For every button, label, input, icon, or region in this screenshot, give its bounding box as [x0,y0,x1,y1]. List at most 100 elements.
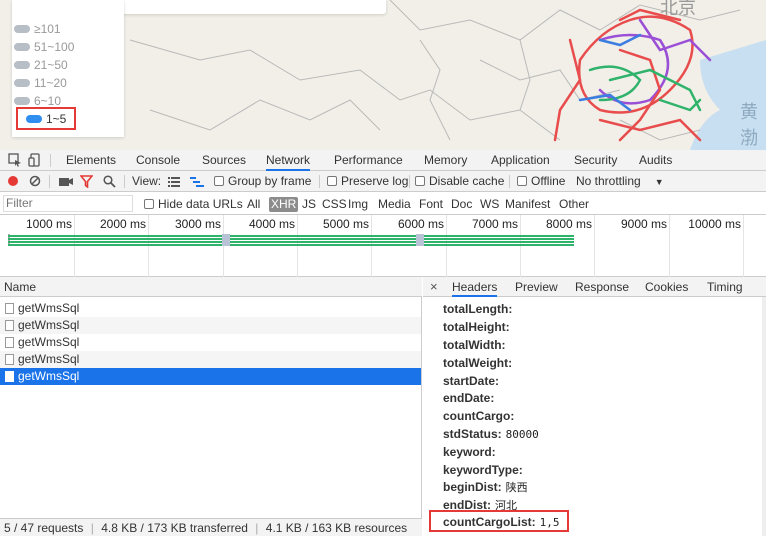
separator [49,175,50,188]
device-toolbar-icon[interactable] [28,153,42,167]
tab-preview[interactable]: Preview [515,277,558,297]
tab-memory[interactable]: Memory [424,150,467,171]
legend-item-21-50[interactable]: 21~50 [14,58,68,72]
waterfall-icon[interactable] [190,177,204,187]
tab-response[interactable]: Response [575,277,629,297]
request-row[interactable]: getWmsSql [0,317,421,334]
filter-bar: Hide data URLs All XHR JS CSS Img Media … [0,193,766,215]
form-data-key: totalHeight: [443,320,510,334]
preserve-log-checkbox[interactable]: Preserve log [327,171,408,192]
legend-label: 11~20 [34,76,67,90]
tick-label: 10000 ms [688,217,741,231]
tick-label: 5000 ms [322,217,369,231]
type-filter-img[interactable]: Img [346,197,370,212]
tab-timing[interactable]: Timing [707,277,743,297]
legend-swatch [14,61,30,69]
request-name: getWmsSql [18,318,80,332]
form-data-key: countCargo: [443,409,515,423]
request-row-selected[interactable]: getWmsSql [0,368,421,385]
legend-item-101-plus[interactable]: ≥101 [14,22,61,36]
timeline-waterfall-bars [8,234,574,246]
close-icon[interactable]: × [430,277,438,297]
network-toolbar: View: Group by frame Preserve log Disabl… [0,171,766,192]
request-row[interactable]: getWmsSql [0,300,421,317]
inspect-element-icon[interactable] [8,153,22,167]
type-filter-manifest[interactable]: Manifest [503,197,552,212]
tab-cookies[interactable]: Cookies [645,277,688,297]
legend-label: 51~100 [34,40,75,54]
filter-icon[interactable] [80,175,93,188]
tab-performance[interactable]: Performance [334,150,403,171]
detail-tabbar: × Headers Preview Response Cookies Timin… [423,277,766,297]
form-data-row: totalHeight: [443,318,514,336]
offline-checkbox[interactable]: Offline [517,171,565,192]
legend-item-51-100[interactable]: 51~100 [14,40,74,54]
search-icon[interactable] [103,175,116,188]
tab-console[interactable]: Console [136,150,180,171]
legend-label: 6~10 [34,94,62,108]
clear-icon[interactable] [29,175,41,187]
view-label: View: [132,174,162,188]
file-icon [5,303,14,314]
tab-network[interactable]: Network [266,150,311,171]
disable-cache-label: Disable cache [429,174,505,188]
tab-audits[interactable]: Audits [639,150,672,171]
tab-elements[interactable]: Elements [66,150,116,171]
form-data-row: totalWidth: [443,336,510,354]
type-filter-ws[interactable]: WS [478,197,501,212]
type-filter-font[interactable]: Font [417,197,445,212]
form-data-key: totalLength: [443,302,513,316]
group-by-frame-checkbox[interactable]: Group by frame [214,171,311,192]
sea-label: 黄渤 [740,102,758,149]
type-filter-css[interactable]: CSS [320,197,349,212]
form-data-row: keywordType: [443,461,527,479]
request-name: getWmsSql [18,301,80,315]
request-row[interactable]: getWmsSql [0,334,421,351]
type-filter-doc[interactable]: Doc [449,197,474,212]
form-data-key: totalWeight: [443,356,513,370]
throttling-select[interactable]: No throttling ▼ [576,171,664,192]
separator [319,175,320,188]
type-filter-all[interactable]: All [245,197,262,212]
map-view[interactable]: 北京 黄渤 ≥101 51~100 21~50 11~20 6~10 1~5 [0,0,766,150]
request-row[interactable]: getWmsSql [0,351,421,368]
form-data-value: 陕西 [505,481,528,494]
record-icon[interactable] [7,175,19,187]
legend-item-6-10[interactable]: 6~10 [14,94,61,108]
timeline-overview[interactable]: 1000 ms 2000 ms 3000 ms 4000 ms 5000 ms … [0,215,766,277]
tab-application[interactable]: Application [491,150,550,171]
form-data-row: keyword: [443,443,500,461]
hide-data-urls-checkbox[interactable]: Hide data URLs [144,193,243,215]
tab-security[interactable]: Security [574,150,617,171]
file-icon [5,337,14,348]
tick-label: 7000 ms [471,217,518,231]
type-filter-media[interactable]: Media [376,197,413,212]
type-filter-js[interactable]: JS [300,197,318,212]
checkbox-icon [327,176,337,186]
disable-cache-checkbox[interactable]: Disable cache [415,171,504,192]
filter-input[interactable] [3,195,133,212]
large-rows-icon[interactable] [168,177,180,187]
form-data-key: stdStatus: [443,427,502,441]
network-status-bar: 5 / 47 requests | 4.8 KB / 173 KB transf… [0,518,422,536]
tab-headers[interactable]: Headers [452,277,498,297]
scrollbar[interactable] [762,297,766,536]
type-filter-other[interactable]: Other [557,197,591,212]
legend-topbox [122,0,386,14]
tab-sources[interactable]: Sources [202,150,246,171]
legend-item-11-20[interactable]: 11~20 [14,76,67,90]
tick-label: 2000 ms [99,217,146,231]
form-data-row: endDate: [443,389,498,407]
separator [124,175,125,188]
devtools-panel: Elements Console Sources Network Perform… [0,150,766,536]
separator [509,175,510,188]
checkbox-icon [517,176,527,186]
type-filter-xhr[interactable]: XHR [269,197,299,212]
form-data-row: beginDist: 陕西 [443,478,528,496]
request-name: getWmsSql [18,335,80,349]
file-icon [5,371,14,382]
form-data-key: startDate: [443,374,500,388]
resources-size: 4.1 KB / 163 KB resources [265,521,408,535]
capture-screenshots-icon[interactable] [59,176,73,187]
name-column-header[interactable]: Name [0,277,422,297]
